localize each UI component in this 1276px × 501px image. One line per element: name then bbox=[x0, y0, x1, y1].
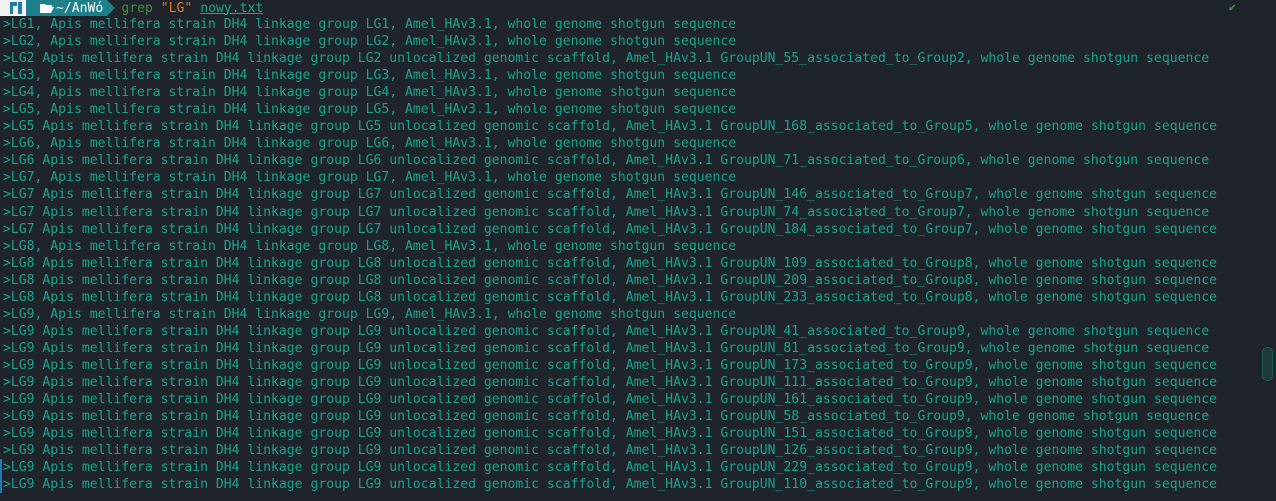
output-line: >LG9 Apis mellifera strain DH4 linkage g… bbox=[0, 476, 1276, 494]
command-name: grep bbox=[121, 0, 153, 16]
output-line: >LG9 Apis mellifera strain DH4 linkage g… bbox=[3, 374, 1217, 390]
output-line: >LG8 Apis mellifera strain DH4 linkage g… bbox=[3, 289, 1217, 305]
output-line: >LG9 Apis mellifera strain DH4 linkage g… bbox=[3, 443, 1217, 459]
directory-segment: ~/AnWó bbox=[26, 0, 116, 16]
terminal-output: >LG1, Apis mellifera strain DH4 linkage … bbox=[0, 16, 1276, 494]
folder-open-icon bbox=[40, 4, 54, 13]
command-pattern: "LG" bbox=[160, 0, 193, 16]
output-line: >LG9 Apis mellifera strain DH4 linkage g… bbox=[3, 323, 1210, 339]
os-segment bbox=[0, 0, 34, 16]
output-line: >LG6 Apis mellifera strain DH4 linkage g… bbox=[3, 153, 1210, 169]
output-line: >LG9 Apis mellifera strain DH4 linkage g… bbox=[3, 409, 1210, 425]
current-directory: ~/AnWó bbox=[56, 0, 104, 16]
output-line: >LG9 Apis mellifera strain DH4 linkage g… bbox=[0, 459, 1276, 477]
output-line: >LG8 Apis mellifera strain DH4 linkage g… bbox=[3, 272, 1217, 288]
output-line: >LG9 Apis mellifera strain DH4 linkage g… bbox=[3, 426, 1217, 442]
output-line: >LG6, Apis mellifera strain DH4 linkage … bbox=[3, 136, 737, 152]
output-line: >LG7 Apis mellifera strain DH4 linkage g… bbox=[3, 204, 1210, 220]
output-line: >LG8, Apis mellifera strain DH4 linkage … bbox=[3, 238, 737, 254]
output-line: >LG7, Apis mellifera strain DH4 linkage … bbox=[3, 170, 737, 186]
output-line: >LG5 Apis mellifera strain DH4 linkage g… bbox=[3, 119, 1217, 135]
scrollbar-thumb[interactable] bbox=[1262, 347, 1273, 381]
output-line: >LG9 Apis mellifera strain DH4 linkage g… bbox=[3, 340, 1210, 356]
output-line: >LG9, Apis mellifera strain DH4 linkage … bbox=[3, 306, 737, 322]
output-line: >LG7 Apis mellifera strain DH4 linkage g… bbox=[3, 187, 1217, 203]
output-line: >LG2, Apis mellifera strain DH4 linkage … bbox=[3, 34, 737, 50]
output-line: >LG9 Apis mellifera strain DH4 linkage g… bbox=[3, 357, 1217, 373]
output-line: >LG7 Apis mellifera strain DH4 linkage g… bbox=[3, 221, 1217, 237]
output-line: >LG1, Apis mellifera strain DH4 linkage … bbox=[3, 17, 737, 32]
output-line: >LG9 Apis mellifera strain DH4 linkage g… bbox=[3, 392, 1217, 408]
output-line: >LG5, Apis mellifera strain DH4 linkage … bbox=[3, 102, 737, 118]
command-file-argument[interactable]: nowy.txt bbox=[200, 1, 263, 16]
checkmark-icon: ✔ bbox=[1228, 0, 1236, 14]
output-line: >LG8 Apis mellifera strain DH4 linkage g… bbox=[3, 255, 1217, 271]
shell-prompt: ~/AnWó grep "LG" nowy.txt bbox=[0, 0, 263, 16]
output-line: >LG3, Apis mellifera strain DH4 linkage … bbox=[3, 68, 737, 84]
manjaro-logo-icon bbox=[10, 2, 22, 14]
output-line: >LG4, Apis mellifera strain DH4 linkage … bbox=[3, 85, 737, 101]
output-line: >LG2 Apis mellifera strain DH4 linkage g… bbox=[3, 51, 1210, 67]
